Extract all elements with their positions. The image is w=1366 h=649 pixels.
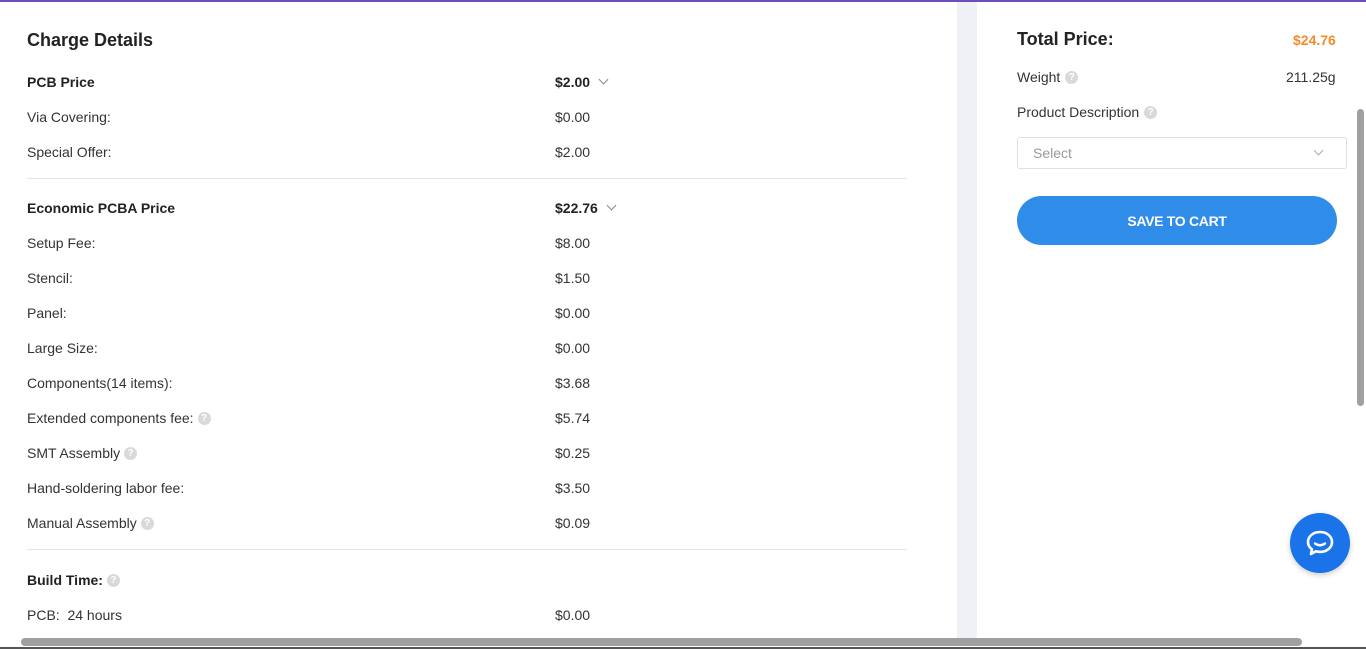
weight-label: Weight	[1017, 69, 1061, 85]
help-icon[interactable]: ?	[1065, 70, 1079, 84]
charge-row-manual-assembly: Manual Assembly ? $0.09	[27, 515, 907, 535]
pcb-price-amount: $2.00	[555, 74, 591, 90]
charge-value: $0.00	[555, 109, 591, 125]
live-chat-button[interactable]	[1290, 513, 1350, 573]
divider	[27, 178, 907, 179]
charge-label: Components(14 items):	[27, 375, 173, 391]
charge-row-components: Components(14 items): $3.68	[27, 375, 907, 395]
charge-label-wrap: Extended components fee: ?	[27, 410, 211, 426]
horizontal-scrollbar[interactable]	[21, 638, 1302, 646]
charge-row-stencil: Stencil: $1.50	[27, 270, 907, 290]
charge-row-setup-fee: Setup Fee: $8.00	[27, 235, 907, 255]
product-description-label: Product Description	[1017, 104, 1140, 120]
charge-label: PCB: 24 hours	[27, 607, 122, 623]
total-price-label: Total Price:	[1017, 29, 1114, 49]
charge-label: SMT Assembly	[27, 445, 121, 461]
pcba-price-value[interactable]: $22.76	[555, 200, 617, 216]
pcb-price-value[interactable]: $2.00	[555, 74, 609, 90]
charge-details-panel: Charge Details PCB Price $2.00 Via Cover…	[0, 2, 957, 640]
product-description-select[interactable]: Select	[1017, 137, 1347, 169]
charge-label: Stencil:	[27, 270, 73, 286]
charge-value: $0.00	[555, 340, 591, 356]
column-gutter	[957, 2, 977, 640]
product-description-row: Product Description ?	[1017, 104, 1158, 120]
charge-value: $0.00	[555, 305, 591, 321]
help-icon[interactable]: ?	[106, 573, 120, 587]
build-time-label-wrap: Build Time: ?	[27, 572, 120, 588]
chevron-down-icon[interactable]	[598, 74, 609, 85]
charge-value: $0.25	[555, 445, 591, 461]
pcb-price-row[interactable]: PCB Price $2.00	[27, 74, 907, 94]
vertical-scrollbar[interactable]	[1357, 109, 1364, 406]
charge-row-hand-soldering: Hand-soldering labor fee: $3.50	[27, 480, 907, 500]
help-icon[interactable]: ?	[197, 411, 211, 425]
section-title: Charge Details	[27, 30, 154, 50]
charge-value: $0.00	[555, 607, 591, 623]
chevron-down-icon	[1313, 145, 1324, 156]
save-to-cart-button[interactable]: SAVE TO CART	[1017, 196, 1337, 245]
charge-row-smt-assembly: SMT Assembly ? $0.25	[27, 445, 907, 465]
charge-label: Extended components fee:	[27, 410, 194, 426]
pcba-price-row[interactable]: Economic PCBA Price $22.76	[27, 200, 907, 220]
charge-row-via-covering: Via Covering: $0.00	[27, 109, 907, 129]
charge-label: Manual Assembly	[27, 515, 137, 531]
charge-row-extended-components-fee: Extended components fee: ? $5.74	[27, 410, 907, 430]
charge-label: Via Covering:	[27, 109, 111, 125]
chat-bubble-icon	[1306, 530, 1334, 556]
help-icon[interactable]: ?	[1144, 105, 1158, 119]
divider	[27, 549, 907, 550]
charge-row-large-size: Large Size: $0.00	[27, 340, 907, 360]
weight-value: 211.25g	[1286, 69, 1336, 85]
charge-row-special-offer: Special Offer: $2.00	[27, 144, 907, 164]
charge-value: $1.50	[555, 270, 591, 286]
pcba-price-amount: $22.76	[555, 200, 598, 216]
charge-value: $3.68	[555, 375, 591, 391]
build-time-row: Build Time: ?	[27, 572, 907, 592]
charge-value: $0.09	[555, 515, 591, 531]
charge-label: Panel:	[27, 305, 67, 321]
charge-label: Hand-soldering labor fee:	[27, 480, 185, 496]
weight-row: Weight ?	[1017, 69, 1079, 85]
total-price-value: $24.76	[1293, 32, 1336, 48]
pcb-price-label: PCB Price	[27, 74, 95, 90]
build-time-label: Build Time:	[27, 572, 103, 588]
charge-label: Special Offer:	[27, 144, 112, 160]
charge-label: Large Size:	[27, 340, 98, 356]
charge-value: $8.00	[555, 235, 591, 251]
pcba-price-label: Economic PCBA Price	[27, 200, 176, 216]
charge-label-wrap: Manual Assembly ?	[27, 515, 154, 531]
charge-label: Setup Fee:	[27, 235, 96, 251]
charge-label-wrap: SMT Assembly ?	[27, 445, 138, 461]
charge-value: $3.50	[555, 480, 591, 496]
charge-row-panel: Panel: $0.00	[27, 305, 907, 325]
charge-row-pcb-build-time: PCB: 24 hours $0.00	[27, 607, 907, 627]
select-placeholder: Select	[1033, 145, 1072, 161]
help-icon[interactable]: ?	[124, 446, 138, 460]
chevron-down-icon[interactable]	[606, 200, 617, 211]
charge-value: $2.00	[555, 144, 591, 160]
help-icon[interactable]: ?	[140, 516, 154, 530]
charge-value: $5.74	[555, 410, 591, 426]
